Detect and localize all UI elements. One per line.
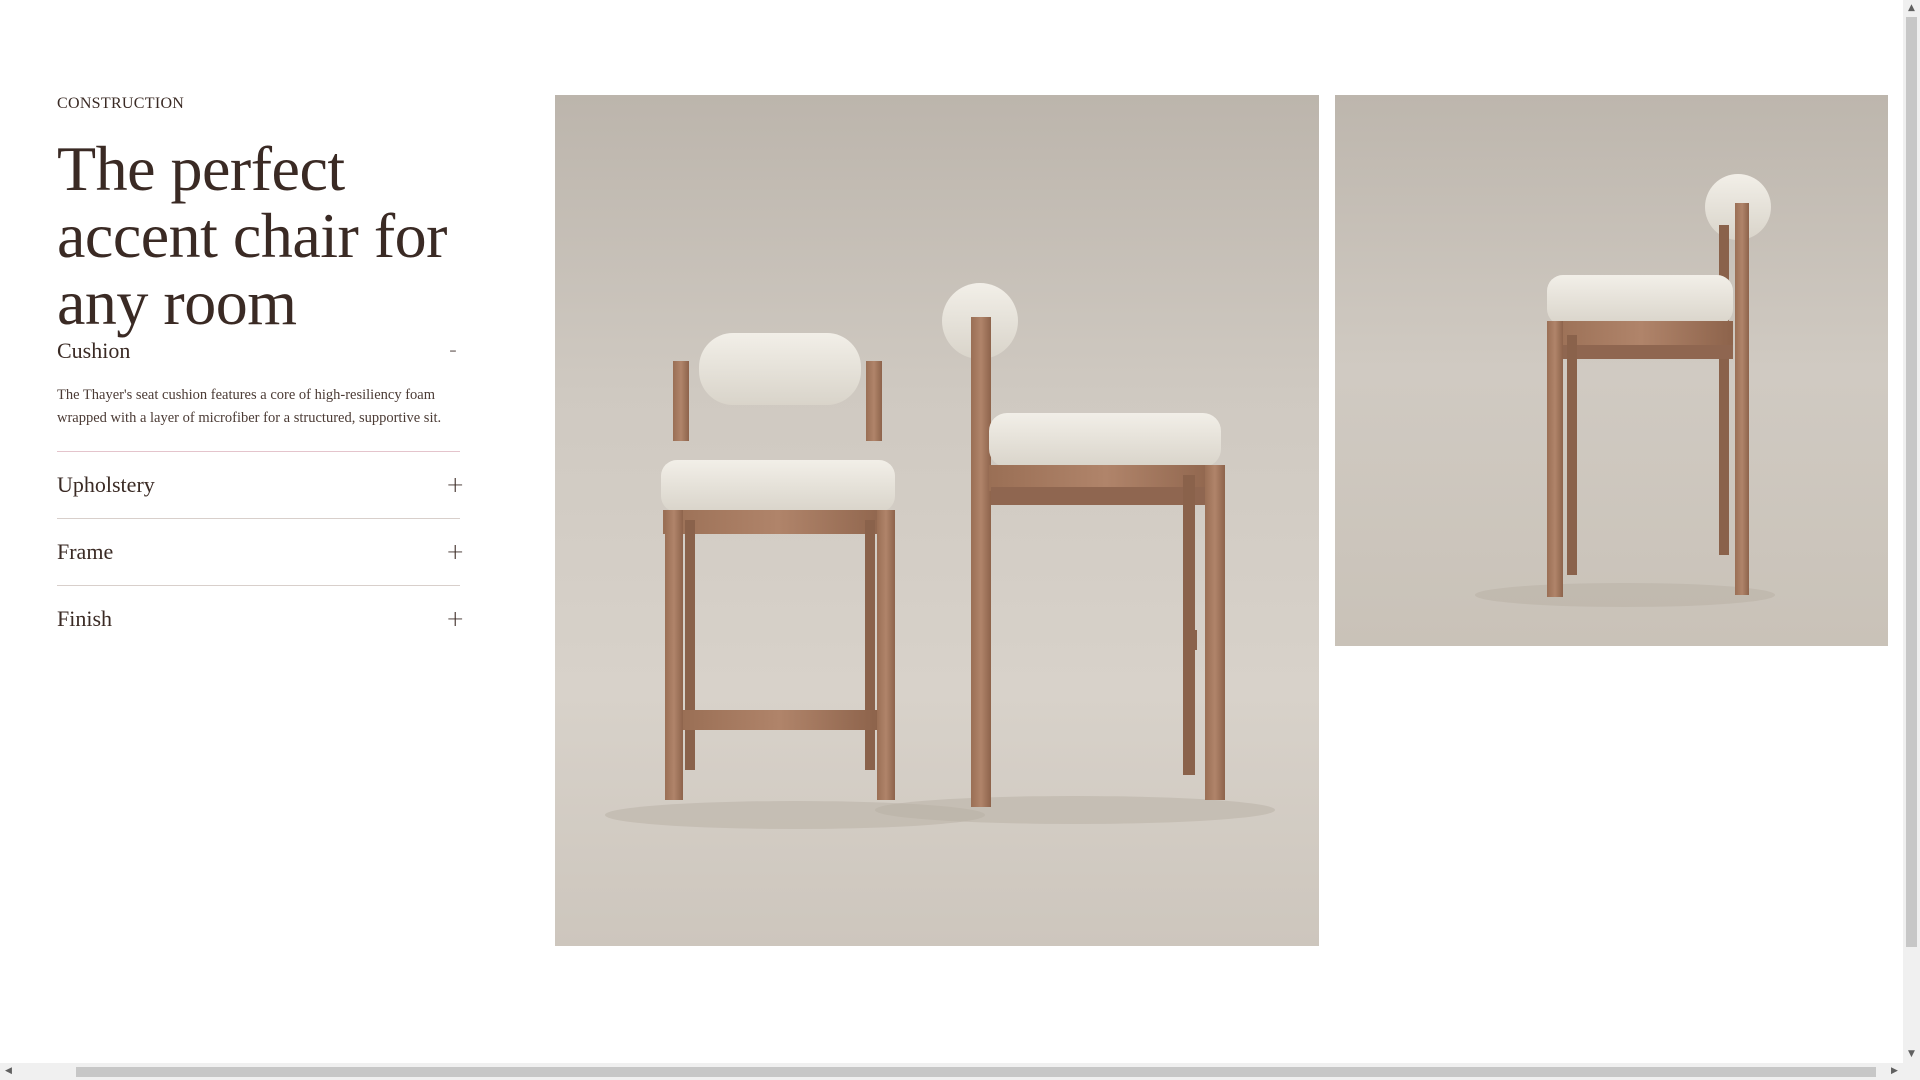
accordion-item-cushion: Cushion - The Thayer's seat cushion feat… — [57, 338, 460, 452]
page: CONSTRUCTION The perfect accent chair fo… — [0, 0, 1920, 1080]
accordion-item-frame: Frame + — [57, 519, 464, 586]
vertical-scroll-thumb[interactable] — [1906, 17, 1917, 947]
accordion-header-cushion[interactable]: Cushion - — [57, 338, 460, 378]
construction-section: CONSTRUCTION The perfect accent chair fo… — [57, 95, 517, 652]
expand-icon[interactable]: + — [446, 607, 464, 632]
scroll-up-icon[interactable]: ▲ — [1903, 0, 1920, 17]
scroll-down-icon[interactable]: ▼ — [1903, 1046, 1920, 1063]
stool-single-illustration — [1475, 174, 1775, 607]
horizontal-scrollbar[interactable]: ◀ ▶ — [0, 1063, 1920, 1080]
construction-accordion: Cushion - The Thayer's seat cushion feat… — [57, 338, 464, 652]
accordion-label: Cushion — [57, 338, 131, 363]
scroll-right-icon[interactable]: ▶ — [1886, 1063, 1903, 1080]
horizontal-scroll-thumb[interactable] — [76, 1067, 1876, 1077]
section-headline: The perfect accent chair for any room — [57, 133, 447, 338]
scroll-left-icon[interactable]: ◀ — [0, 1063, 17, 1080]
accordion-header-frame[interactable]: Frame + — [57, 519, 464, 585]
accordion-label: Frame — [57, 539, 114, 564]
product-photo-single — [1335, 95, 1888, 646]
stool-pair-illustration — [605, 283, 1275, 829]
vertical-scrollbar[interactable]: ▲ ▼ — [1903, 0, 1920, 1063]
collapse-icon[interactable]: - — [446, 338, 460, 363]
accordion-header-upholstery[interactable]: Upholstery + — [57, 452, 464, 518]
expand-icon[interactable]: + — [446, 473, 464, 498]
accordion-item-upholstery: Upholstery + — [57, 452, 464, 519]
product-photo-pair — [555, 95, 1319, 946]
expand-icon[interactable]: + — [446, 540, 464, 565]
accordion-label: Finish — [57, 606, 113, 631]
accordion-label: Upholstery — [57, 472, 155, 497]
accordion-item-finish: Finish + — [57, 586, 464, 652]
section-eyebrow: CONSTRUCTION — [57, 95, 185, 112]
accordion-header-finish[interactable]: Finish + — [57, 586, 464, 652]
accordion-body-cushion: The Thayer's seat cushion features a cor… — [57, 387, 442, 426]
